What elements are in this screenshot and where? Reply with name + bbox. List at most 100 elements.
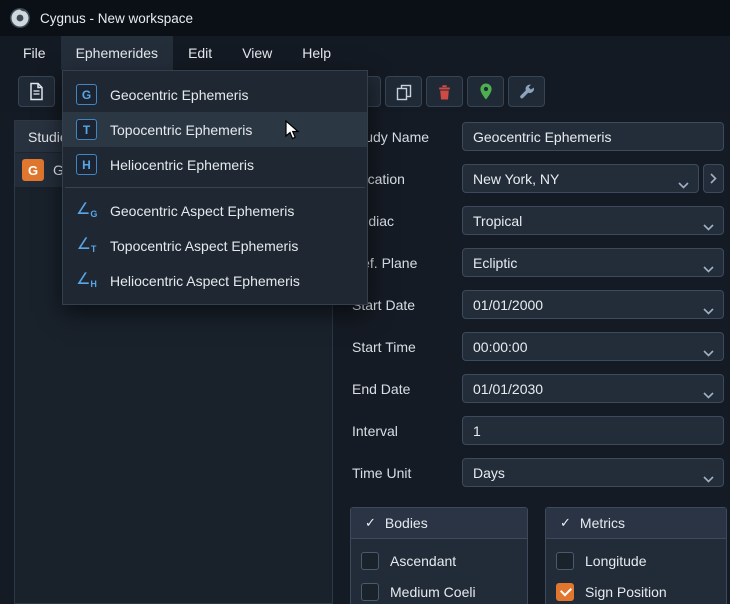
longitude-checkbox[interactable] [556,552,574,570]
menu-item-heliocentric-ephemeris[interactable]: H Heliocentric Ephemeris [63,147,367,182]
bodies-header[interactable]: ✓ Bodies [351,508,527,539]
menu-help[interactable]: Help [287,36,346,70]
sign-position-checkbox[interactable] [556,583,574,601]
interval-label: Interval [352,422,398,439]
chevron-down-icon [678,176,689,192]
menu-item-geocentric-ephemeris[interactable]: G Geocentric Ephemeris [63,77,367,112]
heliocentric-aspect-icon: ∠H [76,271,97,289]
check-icon: ✓ [365,515,376,530]
metrics-groupbox: ✓ Metrics Longitude Sign Position [545,507,727,604]
menu-item-heliocentric-aspect-ephemeris[interactable]: ∠H Heliocentric Aspect Ephemeris [63,263,367,298]
end-date-value: 01/01/2030 [473,380,544,397]
start-time-value: 00:00:00 [473,338,528,355]
medium-coeli-row: Medium Coeli [361,579,517,604]
start-time-combo[interactable]: 00:00:00 [462,332,724,361]
zodiac-label: Zodiac [352,212,395,229]
location-button[interactable] [467,76,504,107]
menu-view[interactable]: View [227,36,287,70]
location-expand-button[interactable] [703,164,724,193]
longitude-row: Longitude [556,548,716,574]
window-title: Cygnus - New workspace [40,10,194,26]
time-unit-label: Time Unit [352,464,412,481]
menu-item-label: Topocentric Ephemeris [110,121,253,138]
metrics-header[interactable]: ✓ Metrics [546,508,726,539]
menu-item-topocentric-aspect-ephemeris[interactable]: ∠T Topocentric Aspect Ephemeris [63,228,367,263]
start-time-row: Start Time 00:00:00 [352,332,724,361]
bodies-title: Bodies [384,515,428,531]
menu-item-label: Geocentric Aspect Ephemeris [110,202,295,219]
menu-item-label: Topocentric Aspect Ephemeris [110,237,299,254]
end-date-row: End Date 01/01/2030 [352,374,724,403]
chevron-down-icon [703,344,714,360]
settings-button[interactable] [508,76,545,107]
menu-item-topocentric-ephemeris[interactable]: T Topocentric Ephemeris [63,112,367,147]
location-combo[interactable]: New York, NY [462,164,699,193]
ref-plane-value: Ecliptic [473,254,518,271]
chevron-right-icon [710,173,717,184]
metrics-list: Longitude Sign Position [546,539,726,604]
ref-plane-row: Ref. Plane Ecliptic [352,248,724,277]
heliocentric-badge-icon: H [76,154,97,175]
study-type-badge: G [22,159,44,181]
topocentric-badge-icon: T [76,119,97,140]
time-unit-combo[interactable]: Days [462,458,724,487]
menu-file[interactable]: File [8,36,61,70]
sign-position-label: Sign Position [585,584,667,600]
chevron-down-icon [703,386,714,402]
ascendant-checkbox[interactable] [361,552,379,570]
zodiac-row: Zodiac Tropical [352,206,724,235]
geocentric-badge-icon: G [76,84,97,105]
location-value: New York, NY [473,170,560,187]
ref-plane-label: Ref. Plane [352,254,418,271]
menu-separator [65,187,365,188]
medium-coeli-checkbox[interactable] [361,583,379,601]
app-logo-icon [9,7,31,29]
titlebar: Cygnus - New workspace [0,0,730,36]
location-row: Location New York, NY [352,164,724,193]
topocentric-aspect-icon: ∠T [76,236,97,254]
bodies-list: Ascendant Medium Coeli [351,539,527,604]
wrench-icon [518,83,536,101]
location-pin-icon [478,82,494,101]
chevron-down-icon [703,260,714,276]
ascendant-label: Ascendant [390,553,457,569]
delete-button[interactable] [426,76,463,107]
longitude-label: Longitude [585,553,647,569]
zodiac-value: Tropical [473,212,523,229]
menu-item-label: Heliocentric Ephemeris [110,156,254,173]
mouse-cursor [284,119,302,144]
menu-item-label: Heliocentric Aspect Ephemeris [110,272,300,289]
ephemerides-dropdown-menu: G Geocentric Ephemeris T Topocentric Eph… [62,70,368,305]
end-date-label: End Date [352,380,411,397]
zodiac-combo[interactable]: Tropical [462,206,724,235]
new-document-button[interactable] [18,76,55,107]
interval-input[interactable] [462,416,724,445]
time-unit-row: Time Unit Days [352,458,724,487]
menu-item-geocentric-aspect-ephemeris[interactable]: ∠G Geocentric Aspect Ephemeris [63,193,367,228]
copy-icon [395,83,413,101]
menu-edit[interactable]: Edit [173,36,227,70]
check-icon: ✓ [560,515,571,530]
study-name-label: Study Name [352,128,430,145]
ref-plane-combo[interactable]: Ecliptic [462,248,724,277]
study-name-row: Study Name [352,122,724,151]
menubar: File Ephemerides Edit View Help [0,36,730,70]
menu-ephemerides[interactable]: Ephemerides [60,36,174,70]
end-date-combo[interactable]: 01/01/2030 [462,374,724,403]
menu-item-label: Geocentric Ephemeris [110,86,249,103]
copy-button[interactable] [385,76,422,107]
study-name-input[interactable] [462,122,724,151]
start-time-label: Start Time [352,338,416,355]
geocentric-aspect-icon: ∠G [76,201,98,219]
chevron-down-icon [703,218,714,234]
sign-position-row: Sign Position [556,579,716,604]
start-date-row: Start Date 01/01/2000 [352,290,724,319]
metrics-title: Metrics [579,515,626,531]
time-unit-value: Days [473,464,505,481]
chevron-down-icon [703,302,714,318]
start-date-combo[interactable]: 01/01/2000 [462,290,724,319]
bodies-groupbox: ✓ Bodies Ascendant Medium Coeli [350,507,528,604]
ascendant-row: Ascendant [361,548,517,574]
location-label: Location [352,170,405,187]
app-window: { "titlebar": { "title": "Cygnus - New w… [0,0,730,604]
